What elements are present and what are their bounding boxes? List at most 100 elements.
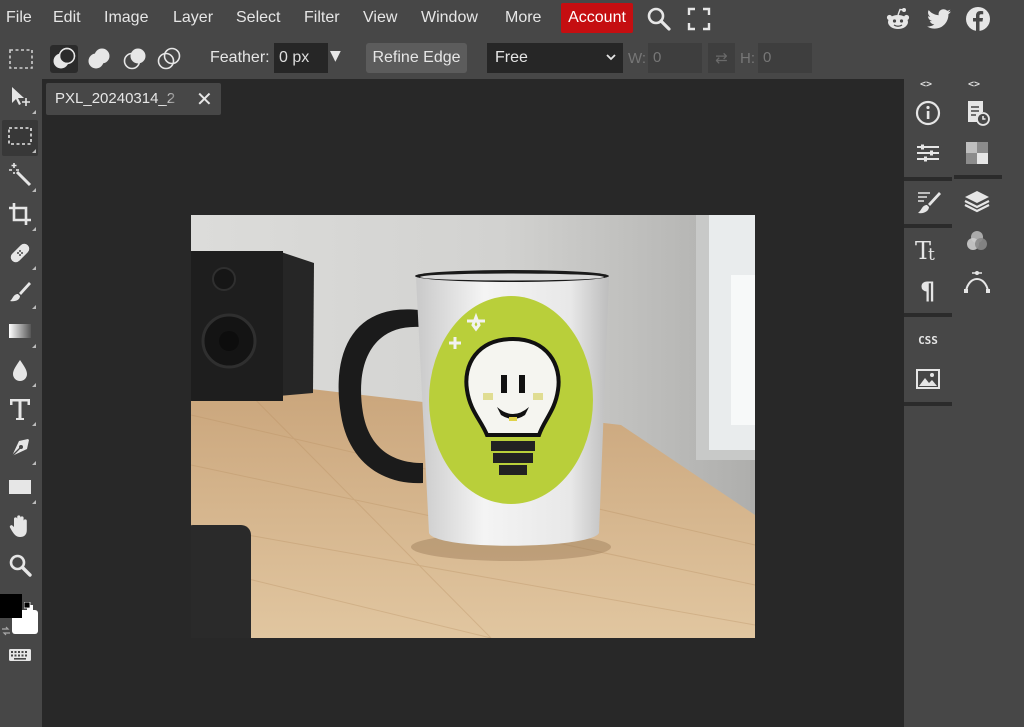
menu-select[interactable]: Select — [236, 9, 280, 27]
brush-settings-icon[interactable] — [912, 186, 944, 218]
foreground-color-swatch[interactable] — [0, 594, 22, 618]
gradient-tool[interactable] — [2, 315, 38, 351]
paragraph-icon[interactable]: ¶ — [912, 273, 944, 305]
fullscreen-icon[interactable] — [686, 6, 712, 32]
document-tab-name: PXL_20240314_2 — [55, 90, 176, 107]
healing-brush-tool[interactable] — [2, 237, 38, 273]
menu-layer[interactable]: Layer — [173, 9, 213, 27]
css-label: CSS — [918, 333, 938, 347]
document-tab[interactable]: PXL_20240314_2 ✕ — [46, 83, 221, 115]
twitter-icon[interactable] — [926, 6, 952, 32]
droplet-icon — [7, 357, 33, 387]
panel-divider — [904, 402, 952, 406]
css-icon[interactable]: CSS — [912, 324, 944, 356]
blur-tool[interactable] — [2, 354, 38, 390]
feather-dropdown-icon[interactable]: ▼ — [330, 48, 341, 64]
panel-divider — [954, 175, 1002, 179]
hand-tool[interactable] — [2, 510, 38, 546]
tool-submenu-indicator — [32, 305, 36, 309]
tool-submenu-indicator — [32, 227, 36, 231]
selection-intersect-icon[interactable] — [155, 45, 183, 73]
swatches-icon[interactable] — [961, 137, 993, 169]
menu-more[interactable]: More — [505, 9, 541, 27]
keyboard-icon — [7, 642, 33, 672]
pen-icon — [7, 435, 33, 465]
right-panel: <> <> Tt ¶ CSS — [904, 79, 1024, 727]
tool-submenu-indicator — [32, 188, 36, 192]
workspace: PXL_20240314_2 ✕ — [42, 79, 904, 727]
magic-wand-tool[interactable] — [2, 159, 38, 195]
shape-tool[interactable] — [2, 471, 38, 507]
text-tool[interactable] — [2, 393, 38, 429]
tool-submenu-indicator — [32, 500, 36, 504]
character-icon[interactable]: Tt — [912, 233, 944, 265]
crop-icon — [7, 201, 33, 231]
crop-tool[interactable] — [2, 198, 38, 234]
swap-colors-icon[interactable] — [1, 621, 11, 636]
panel-divider — [904, 177, 952, 181]
refine-edge-button[interactable]: Refine Edge — [366, 43, 467, 73]
image-canvas[interactable] — [191, 215, 755, 638]
menu-view[interactable]: View — [363, 9, 397, 27]
width-input[interactable]: 0 — [648, 43, 702, 73]
tool-submenu-indicator — [32, 149, 36, 153]
tool-submenu-indicator — [32, 383, 36, 387]
search-icon[interactable] — [646, 6, 672, 32]
gradient-icon — [7, 318, 33, 348]
selection-add-icon[interactable] — [85, 45, 113, 73]
selection-new-icon[interactable] — [50, 45, 78, 73]
menu-bar: File Edit Image Layer Select Filter View… — [0, 0, 1024, 37]
feather-input[interactable]: 0 px — [274, 43, 328, 73]
color-swatches — [0, 594, 42, 638]
close-icon[interactable]: ✕ — [196, 88, 213, 110]
selection-style-value: Free — [495, 49, 528, 66]
zoom-tool[interactable] — [2, 549, 38, 585]
marquee-select-icon[interactable] — [7, 45, 35, 73]
pen-tool[interactable] — [2, 432, 38, 468]
tool-submenu-indicator — [32, 266, 36, 270]
layers-icon[interactable] — [961, 185, 993, 217]
default-colors-icon[interactable] — [23, 596, 33, 611]
marquee-tool[interactable] — [2, 120, 38, 156]
selection-style-select[interactable]: Free — [487, 43, 623, 73]
menu-image[interactable]: Image — [104, 9, 148, 27]
options-bar: Feather: 0 px ▼ Refine Edge Free W: 0 ⇄ … — [0, 37, 1024, 79]
height-input[interactable]: 0 — [758, 43, 812, 73]
menu-window[interactable]: Window — [421, 9, 478, 27]
adjustments-icon[interactable] — [912, 137, 944, 169]
move-icon — [7, 84, 33, 114]
tool-submenu-indicator — [32, 422, 36, 426]
account-button[interactable]: Account — [561, 3, 633, 33]
keyboard-tool[interactable] — [2, 639, 38, 675]
swap-dimensions-icon[interactable]: ⇄ — [708, 43, 735, 73]
move-tool[interactable] — [2, 81, 38, 117]
channels-icon[interactable] — [961, 225, 993, 257]
menu-file[interactable]: File — [6, 9, 32, 27]
collapse-right-column-toggle[interactable]: <> — [968, 79, 980, 90]
photo-mug-lightbulb — [191, 215, 755, 638]
brush-tool[interactable] — [2, 276, 38, 312]
facebook-icon[interactable] — [965, 6, 991, 32]
selection-subtract-icon[interactable] — [121, 45, 149, 73]
magic-wand-icon — [7, 162, 33, 192]
history-icon[interactable] — [961, 97, 993, 129]
paths-icon[interactable] — [961, 265, 993, 297]
panel-divider — [904, 313, 952, 317]
width-label: W: — [628, 50, 647, 67]
chevron-down-icon — [605, 43, 617, 84]
marquee-icon — [7, 123, 33, 153]
tools-panel — [0, 79, 42, 727]
tool-submenu-indicator — [32, 461, 36, 465]
collapse-left-column-toggle[interactable]: <> — [920, 79, 932, 90]
menu-edit[interactable]: Edit — [53, 9, 81, 27]
reddit-icon[interactable] — [885, 6, 911, 32]
svg-text:t: t — [928, 245, 935, 264]
info-icon[interactable] — [912, 97, 944, 129]
brush-icon — [7, 279, 33, 309]
tool-submenu-indicator — [32, 110, 36, 114]
hand-icon — [7, 513, 33, 543]
image-icon[interactable] — [912, 363, 944, 395]
height-label: H: — [740, 50, 755, 67]
panel-divider — [904, 224, 952, 228]
menu-filter[interactable]: Filter — [304, 9, 340, 27]
